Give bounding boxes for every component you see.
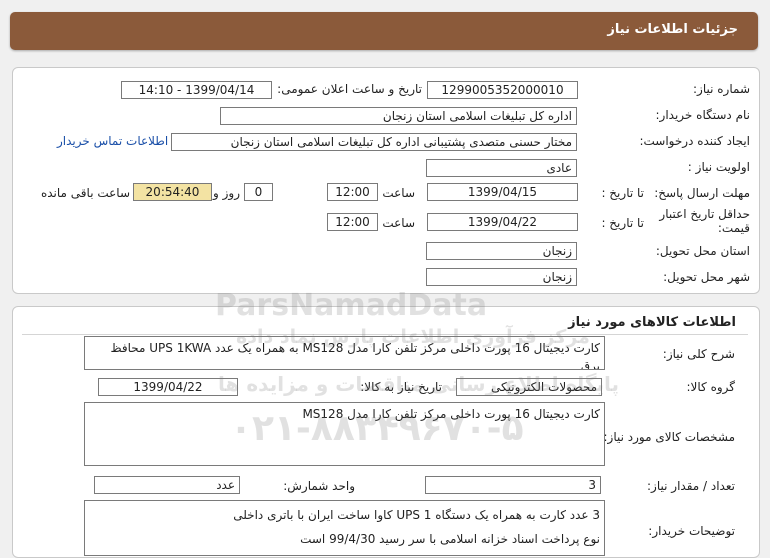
quantity-label: تعداد / مقدار نیاز: [647,479,735,493]
reply-to-date-label: تا تاریخ : [601,186,644,200]
unit-field: عدد [94,476,240,494]
delivery-city-label: شهر محل تحویل: [663,270,750,284]
remaining-days-field: 0 [244,183,273,201]
buyer-notes-field: 3 عدد کارت به همراه یک دستگاه UPS 1 کاوا… [84,500,605,556]
remaining-time-field: 20:54:40 [133,183,212,201]
requester-field: مختار حسنی متصدی پشتیبانی اداره کل تبلیغ… [171,133,577,151]
priority-field: عادی [426,159,577,177]
need-details-panel [12,67,760,294]
need-date-field: 1399/04/22 [98,378,238,396]
reply-time-field: 12:00 [327,183,378,201]
reply-date-field: 1399/04/15 [427,183,578,201]
requester-label: ایجاد کننده درخواست: [639,134,750,148]
validity-time-label: ساعت [382,216,415,230]
quantity-field: 3 [425,476,601,494]
buyer-notes-label: توضیحات خریدار: [648,524,735,538]
delivery-province-field: زنجان [426,242,577,260]
announce-field: 1399/04/14 - 14:10 [121,81,272,99]
need-number-label: شماره نیاز: [693,82,750,96]
goods-group-field: محصولات الکترونیکی [456,378,602,396]
need-date-label: تاریخ نیاز به کالا: [360,380,442,394]
buyer-org-field: اداره کل تبلیغات اسلامی استان زنجان [220,107,577,125]
summary-label: شرح کلی نیاز: [662,347,735,361]
reply-time-label: ساعت [382,186,415,200]
priority-label: اولویت نیاز : [687,160,750,174]
summary-field: کارت دیجیتال 16 پورت داخلی مرکز تلفن کار… [84,336,605,370]
goods-group-label: گروه کالا: [686,380,736,394]
need-number-field: 1299005352000010 [427,81,578,99]
spec-field: کارت دیجیتال 16 پورت داخلی مرکز تلفن کار… [84,402,605,466]
validity-time-field: 12:00 [327,213,378,231]
buyer-contact-link[interactable]: اطلاعات تماس خریدار [57,134,168,148]
remaining-days-label: روز و [213,186,240,200]
unit-label: واحد شمارش: [283,479,355,493]
spec-label: مشخصات کالای مورد نیاز: [603,430,735,444]
delivery-province-label: استان محل تحویل: [655,244,750,258]
page-title: جزئیات اطلاعات نیاز [607,22,738,37]
goods-divider [22,334,748,335]
reply-deadline-label: مهلت ارسال پاسخ: [654,186,750,200]
validity-date-field: 1399/04/22 [427,213,578,231]
remaining-time-label: ساعت باقی مانده [40,186,130,200]
buyer-org-label: نام دستگاه خریدار: [655,108,751,122]
announce-label: تاریخ و ساعت اعلان عمومی: [277,82,422,96]
buyer-notes-line-2: نوع پرداخت اسناد خزانه اسلامی با سر رسید… [300,532,600,546]
validity-to-date-label: تا تاریخ : [601,216,644,230]
page-header: جزئیات اطلاعات نیاز [10,12,758,50]
price-validity-label: حداقل تاریخ اعتبار قیمت: [659,207,750,235]
delivery-city-field: زنجان [426,268,577,286]
goods-section-title: اطلاعات کالاهای مورد نیاز [568,315,736,330]
buyer-notes-line-1: 3 عدد کارت به همراه یک دستگاه UPS 1 کاوا… [233,508,600,522]
